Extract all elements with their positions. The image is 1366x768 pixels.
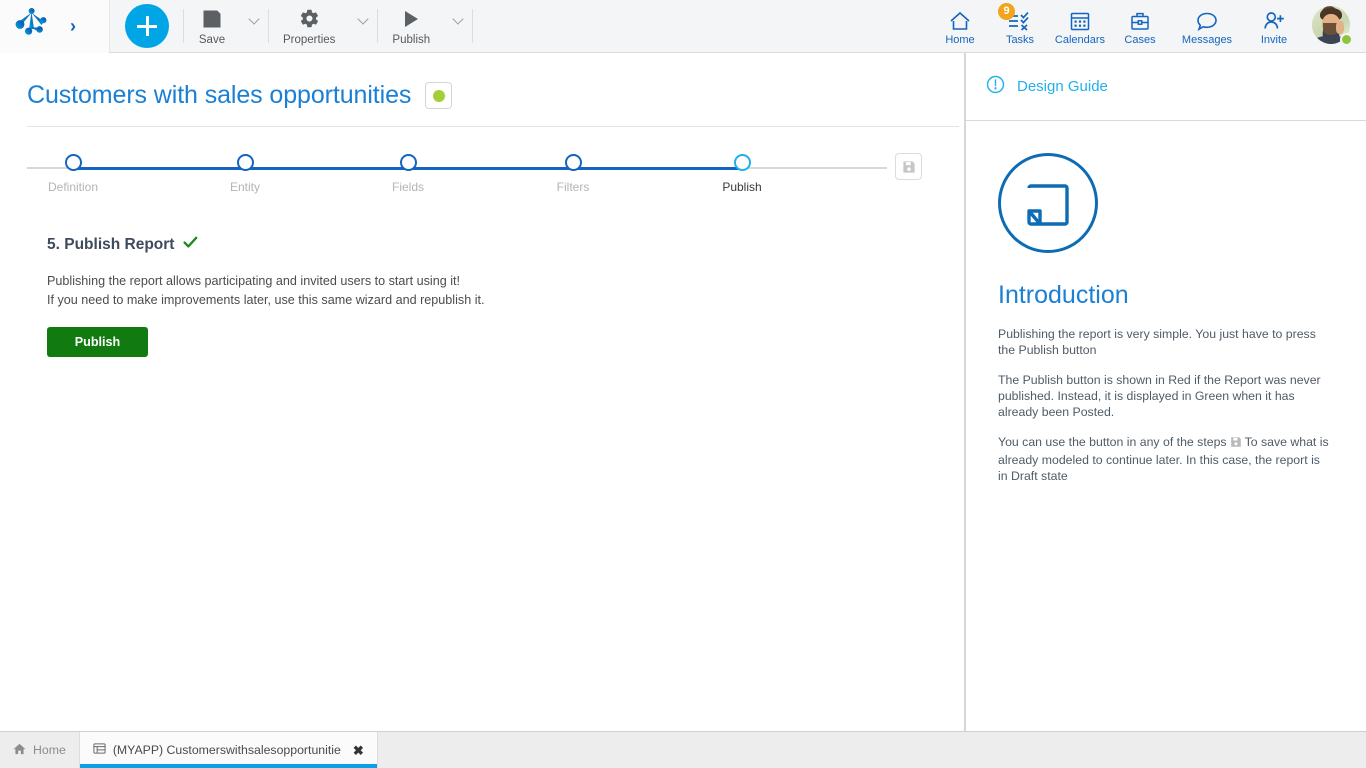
step-label: Publish <box>722 180 761 194</box>
home-icon <box>13 743 26 758</box>
gear-icon <box>299 7 320 31</box>
nav-home-label: Home <box>945 34 974 46</box>
step-dot <box>565 154 582 171</box>
wizard-step-entity[interactable]: Entity <box>195 154 295 194</box>
publish-button[interactable]: Publish <box>47 327 148 357</box>
check-icon <box>183 236 198 254</box>
wizard-step-filters[interactable]: Filters <box>523 154 623 194</box>
nav-cases-label: Cases <box>1124 34 1155 46</box>
report-icon <box>93 742 106 758</box>
page-title: Customers with sales opportunities <box>27 81 411 110</box>
design-guide-title: Design Guide <box>1017 78 1108 95</box>
step-body: 5. Publish Report Publishing the report … <box>0 206 965 357</box>
introduction-paragraph-3-head: You can use the button in any of the ste… <box>998 435 1227 449</box>
play-icon <box>401 7 421 31</box>
chevron-down-icon <box>248 13 259 24</box>
nav-home[interactable]: Home <box>930 0 990 53</box>
wizard-step-definition[interactable]: Definition <box>23 154 123 194</box>
status-badge[interactable] <box>425 82 452 109</box>
taskbar-tab-home[interactable]: Home <box>0 732 80 768</box>
publish-dropdown-button[interactable] <box>444 0 472 53</box>
toolbar-divider <box>472 9 473 43</box>
taskbar: Home (MYAPP) Customerswithsalesopportuni… <box>0 731 1366 768</box>
info-circle-icon <box>986 75 1005 99</box>
expand-sidebar-icon[interactable]: › <box>70 17 76 35</box>
step-heading-row: 5. Publish Report <box>47 236 965 254</box>
document-icon <box>1025 174 1071 233</box>
genexus-logo[interactable] <box>14 7 50 46</box>
step-dot <box>65 154 82 171</box>
online-status-dot <box>1340 33 1353 46</box>
publish-toolbar-button[interactable]: Publish <box>378 0 444 53</box>
logo-zone: › <box>0 0 110 53</box>
chevron-down-icon <box>452 13 463 24</box>
nav-calendars-label: Calendars <box>1055 34 1105 46</box>
page-title-row: Customers with sales opportunities <box>0 53 965 110</box>
save-draft-button[interactable] <box>895 153 922 180</box>
taskbar-tab-report-label: (MYAPP) Customerswithsalesopportunitie <box>113 743 341 757</box>
invite-user-icon <box>1262 6 1286 32</box>
properties-button[interactable]: Properties <box>269 0 349 53</box>
top-toolbar: › Save Properties <box>0 0 1366 53</box>
nav-invite[interactable]: Invite <box>1244 0 1304 53</box>
document-icon-circle <box>998 153 1098 253</box>
tasks-badge: 9 <box>998 3 1015 20</box>
save-icon <box>1230 437 1242 451</box>
nav-tasks-label: Tasks <box>1006 34 1034 46</box>
step-label: Entity <box>230 180 260 194</box>
save-icon <box>202 7 222 31</box>
nav-tasks[interactable]: 9 Tasks <box>990 0 1050 53</box>
step-label: Fields <box>392 180 424 194</box>
step-description-line1: Publishing the report allows participati… <box>47 272 965 291</box>
save-icon <box>902 160 916 174</box>
home-icon <box>948 6 972 32</box>
step-description-line2: If you need to make improvements later, … <box>47 291 965 310</box>
taskbar-tab-home-label: Home <box>33 743 66 757</box>
title-divider <box>27 126 959 127</box>
nav-messages-label: Messages <box>1182 34 1232 46</box>
nav-cases[interactable]: Cases <box>1110 0 1170 53</box>
nav-calendars[interactable]: Calendars <box>1050 0 1110 53</box>
step-dot <box>237 154 254 171</box>
avatar[interactable] <box>1312 6 1352 46</box>
status-dot-icon <box>433 90 445 102</box>
save-dropdown-button[interactable] <box>240 0 268 53</box>
briefcase-icon <box>1129 6 1151 32</box>
close-icon[interactable]: ✖ <box>353 744 364 757</box>
main-content: Customers with sales opportunities Defin… <box>0 53 965 731</box>
save-button-label: Save <box>199 34 225 46</box>
step-heading: 5. Publish Report <box>47 236 174 254</box>
step-description: Publishing the report allows participati… <box>47 272 965 310</box>
introduction-paragraph-2: The Publish button is shown in Red if th… <box>998 372 1332 420</box>
new-object-button[interactable] <box>125 4 169 48</box>
chevron-down-icon <box>358 13 369 24</box>
step-label: Definition <box>48 180 98 194</box>
properties-dropdown-button[interactable] <box>349 0 377 53</box>
taskbar-tab-report[interactable]: (MYAPP) Customerswithsalesopportunitie ✖ <box>80 732 378 768</box>
wizard-step-fields[interactable]: Fields <box>358 154 458 194</box>
properties-button-label: Properties <box>283 34 335 46</box>
step-dot <box>734 154 751 171</box>
nav-messages[interactable]: Messages <box>1170 0 1244 53</box>
introduction-paragraph-3: You can use the button in any of the ste… <box>998 434 1332 484</box>
wizard-step-publish[interactable]: Publish <box>692 154 792 194</box>
wizard-stepper: Definition Entity Fields Filters Publish <box>0 154 965 206</box>
introduction-paragraph-1: Publishing the report is very simple. Yo… <box>998 326 1332 358</box>
step-dot <box>400 154 417 171</box>
nav-invite-label: Invite <box>1261 34 1287 46</box>
design-guide-header: Design Guide <box>966 53 1366 121</box>
step-label: Filters <box>557 180 590 194</box>
toolbar-nav: Home 9 Tasks <box>930 0 1366 53</box>
design-guide-panel: Design Guide Introduction Publishing the… <box>965 53 1366 731</box>
save-button[interactable]: Save <box>184 0 240 53</box>
publish-button-label: Publish <box>392 34 430 46</box>
calendar-icon <box>1069 6 1091 32</box>
design-guide-body: Introduction Publishing the report is ve… <box>966 121 1366 484</box>
chat-icon <box>1195 6 1219 32</box>
introduction-title: Introduction <box>998 281 1366 310</box>
